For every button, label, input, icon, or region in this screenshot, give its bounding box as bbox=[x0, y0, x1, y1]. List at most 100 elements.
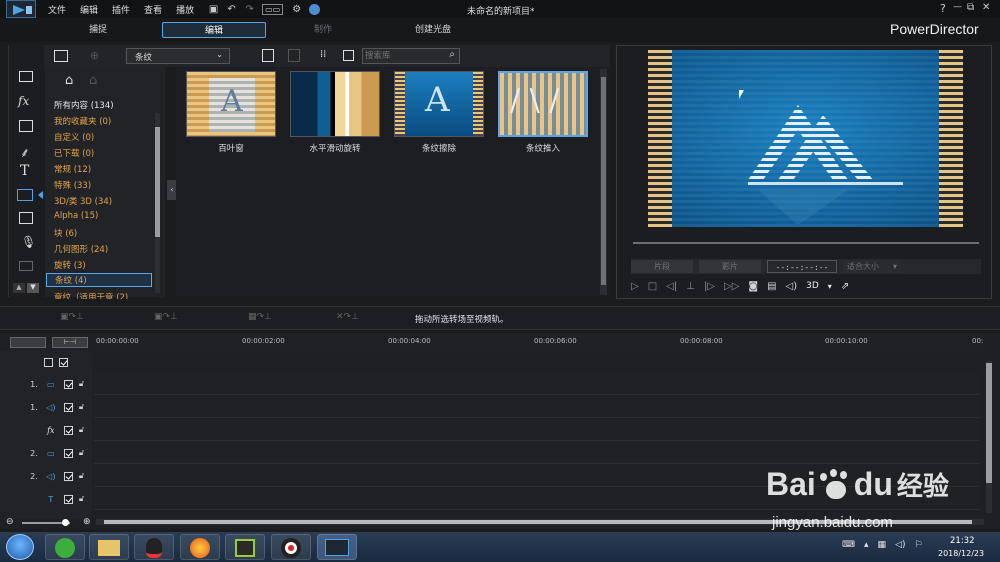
menu-view[interactable]: 查看 bbox=[144, 3, 162, 16]
download-icon[interactable]: ⊕ bbox=[90, 49, 99, 62]
clock-date[interactable]: 2018/12/23 bbox=[938, 549, 984, 558]
master-select-checkbox[interactable] bbox=[44, 357, 53, 367]
lock-icon[interactable]: 🔓︎ bbox=[79, 494, 84, 504]
zoom-slider[interactable] bbox=[22, 519, 70, 526]
save-icon[interactable]: ▣ bbox=[208, 4, 219, 15]
category-item[interactable]: 章纹（适用于章 (2) bbox=[54, 291, 128, 299]
snapshot-icon[interactable]: ◙ bbox=[748, 281, 758, 292]
movie-mode-button[interactable]: 影片 bbox=[699, 260, 761, 273]
transition-thumb-horizontal-slide[interactable] bbox=[290, 71, 380, 137]
track-enable-checkbox[interactable] bbox=[63, 471, 73, 481]
category-item[interactable]: 所有内容 (134) bbox=[54, 99, 114, 111]
library-zoom-icon[interactable] bbox=[343, 50, 354, 61]
media-room-icon[interactable] bbox=[19, 71, 33, 82]
add-transition-prefix-icon[interactable]: ▣↷⊥ bbox=[60, 312, 100, 324]
category-scrollbar[interactable] bbox=[155, 113, 160, 293]
remove-tag-icon[interactable]: ⌂ bbox=[89, 73, 97, 88]
lock-icon[interactable]: 🔓︎ bbox=[79, 471, 84, 481]
taskbar-app-firefox[interactable] bbox=[180, 534, 220, 560]
add-to-timeline-icon[interactable] bbox=[262, 49, 274, 62]
track-enable-checkbox[interactable] bbox=[63, 448, 73, 458]
tab-create-disc[interactable]: 创建光盘 bbox=[390, 22, 476, 38]
category-item[interactable]: 我的收藏夹 (0) bbox=[54, 115, 111, 127]
gallery-scrollbar[interactable] bbox=[600, 69, 607, 295]
scroll-up-icon[interactable]: ▲ bbox=[13, 283, 25, 293]
add-tag-icon[interactable]: ⌂ bbox=[65, 73, 73, 88]
zoom-out-icon[interactable]: ⊖ bbox=[6, 517, 14, 527]
audio-mixing-room-icon[interactable] bbox=[19, 212, 33, 224]
timeline-track-row[interactable] bbox=[94, 373, 980, 395]
transition-thumb-blinds[interactable]: A bbox=[186, 71, 276, 137]
lock-icon[interactable]: 🔓︎ bbox=[79, 425, 84, 435]
fx-room-icon[interactable]: fx bbox=[18, 94, 29, 108]
minimize-button[interactable]: — bbox=[953, 2, 962, 12]
undock-icon[interactable]: ⇗ bbox=[841, 281, 849, 292]
timeline-track-row[interactable] bbox=[94, 419, 980, 441]
category-item[interactable]: 常规 (12) bbox=[54, 163, 91, 175]
lock-icon[interactable]: 🔓︎ bbox=[79, 379, 84, 389]
category-item[interactable]: Alpha (15) bbox=[54, 211, 98, 221]
timeline-track-row[interactable] bbox=[94, 396, 980, 418]
taskbar-app-recorder[interactable] bbox=[271, 534, 311, 560]
category-item[interactable]: 条纹 (4) bbox=[46, 273, 152, 287]
timecode-display[interactable]: --:--:--:-- bbox=[767, 260, 837, 273]
preview-progress-track[interactable] bbox=[633, 242, 979, 244]
particle-room-icon[interactable]: ⸙ bbox=[20, 143, 30, 161]
fit-size-select[interactable]: 适合大小 ▾ bbox=[843, 260, 901, 273]
category-item[interactable]: 块 (6) bbox=[54, 227, 77, 239]
scroll-down-icon[interactable]: ▼ bbox=[27, 283, 39, 293]
category-item[interactable]: 旋转 (3) bbox=[54, 259, 86, 271]
menu-file[interactable]: 文件 bbox=[48, 3, 66, 16]
stop-icon[interactable]: □ bbox=[648, 281, 657, 292]
replace-icon[interactable] bbox=[288, 49, 300, 62]
category-item[interactable]: 几何图形 (24) bbox=[54, 243, 108, 255]
taskbar-app-media[interactable] bbox=[225, 534, 265, 560]
play-icon[interactable]: ▷ bbox=[631, 281, 639, 292]
pip-room-icon[interactable] bbox=[19, 120, 33, 132]
fit-timeline-button[interactable]: ⊢⊣ bbox=[52, 337, 88, 348]
taskbar-app-qq[interactable] bbox=[134, 534, 174, 560]
redo-icon[interactable]: ↷ bbox=[244, 4, 255, 15]
tab-capture[interactable]: 捕捉 bbox=[58, 22, 138, 38]
clip-mode-button[interactable]: 片段 bbox=[631, 260, 693, 273]
taskbar-app-powerdirector[interactable] bbox=[317, 534, 357, 560]
taskbar-app-360[interactable] bbox=[45, 534, 85, 560]
import-media-icon[interactable] bbox=[54, 50, 68, 62]
category-item[interactable]: 已下载 (0) bbox=[54, 147, 94, 159]
3d-mode-button[interactable]: 3D bbox=[806, 281, 819, 291]
timeline-mode-button[interactable] bbox=[10, 337, 46, 348]
track-enable-checkbox[interactable] bbox=[63, 494, 73, 504]
timeline-ruler[interactable]: 00:00:00:00 00:00:02:00 00:00:04:00 00:00:0… bbox=[94, 333, 986, 351]
previous-frame-icon[interactable]: ◁| bbox=[666, 281, 677, 292]
lock-icon[interactable]: 🔓︎ bbox=[79, 402, 84, 412]
menu-edit[interactable]: 编辑 bbox=[80, 3, 98, 16]
tab-produce[interactable]: 制作 bbox=[290, 22, 356, 38]
library-search-box[interactable]: ⌕ bbox=[362, 48, 460, 64]
chapter-room-icon[interactable] bbox=[19, 261, 33, 271]
close-button[interactable]: ✕ bbox=[982, 2, 990, 13]
category-item[interactable]: 3D/类 3D (34) bbox=[54, 195, 112, 207]
grid-view-icon[interactable]: ⁞⁞ bbox=[320, 49, 326, 60]
chevron-down-icon[interactable]: ▾ bbox=[828, 282, 832, 291]
aspect-ratio-select[interactable]: ▭▭ bbox=[262, 3, 284, 15]
add-transition-all-icon[interactable]: ✕↷⊥ bbox=[336, 312, 386, 324]
taskbar-app-explorer[interactable] bbox=[89, 534, 129, 560]
add-transition-postfix-icon[interactable]: ▣↷⊥ bbox=[154, 312, 200, 324]
fast-forward-icon[interactable]: ▷▷ bbox=[724, 281, 739, 292]
undo-icon[interactable]: ↶ bbox=[226, 4, 237, 15]
search-icon[interactable]: ⌕ bbox=[449, 49, 455, 60]
restore-button[interactable]: ⧉ bbox=[967, 2, 974, 13]
transition-room-icon[interactable] bbox=[17, 189, 33, 201]
track-enable-checkbox[interactable] bbox=[63, 425, 73, 435]
timeline-vscrollbar[interactable] bbox=[986, 361, 992, 513]
add-transition-cross-icon[interactable]: ▦↷⊥ bbox=[248, 312, 294, 324]
next-frame-icon[interactable]: |▷ bbox=[704, 281, 715, 292]
voice-over-room-icon[interactable]: 🎙 bbox=[21, 235, 36, 249]
start-button[interactable] bbox=[6, 534, 34, 560]
tab-edit[interactable]: 编辑 bbox=[162, 22, 266, 38]
menu-plugins[interactable]: 插件 bbox=[112, 3, 130, 16]
subtitle-icon[interactable]: ▤ bbox=[767, 281, 776, 292]
settings-gear-icon[interactable]: ⚙ bbox=[291, 4, 302, 15]
transition-thumb-stripe-push[interactable]: / \ / bbox=[498, 71, 588, 137]
track-enable-checkbox[interactable] bbox=[63, 379, 73, 389]
